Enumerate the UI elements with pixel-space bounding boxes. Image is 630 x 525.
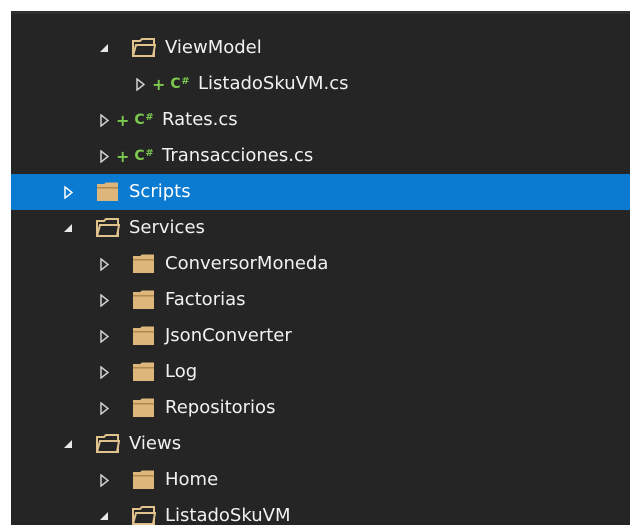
collapsed-arrow-icon[interactable]	[96, 138, 112, 174]
csharp-badge: C#	[134, 112, 154, 128]
collapsed-arrow-icon[interactable]	[96, 102, 112, 138]
csharp-file-icon: + C#	[116, 102, 154, 138]
csharp-badge: C#	[134, 148, 154, 164]
tree-item-label: Views	[129, 433, 182, 454]
folder-icon	[132, 470, 156, 490]
tree-item-label: Rates.cs	[162, 109, 238, 130]
tree-item-factorias[interactable]: Factorias	[11, 282, 630, 318]
tree-item-services[interactable]: Services	[11, 210, 630, 246]
tree-item-label: JsonConverter	[165, 325, 292, 346]
collapsed-arrow-icon[interactable]	[96, 246, 112, 282]
collapsed-arrow-icon[interactable]	[96, 390, 112, 426]
tree-item-label: Home	[165, 469, 219, 490]
collapsed-arrow-icon[interactable]	[96, 354, 112, 390]
tree-item-label: Repositorios	[165, 397, 276, 418]
folder-icon	[132, 254, 156, 274]
tree-item-label: Services	[129, 217, 205, 238]
csharp-file-icon: + C#	[152, 66, 190, 102]
solution-explorer-tree: ViewModel + C# ListadoSkuVM.cs + C# Rate…	[11, 11, 630, 525]
collapsed-arrow-icon[interactable]	[96, 318, 112, 354]
collapsed-arrow-icon[interactable]	[132, 66, 148, 102]
tree-item-scripts[interactable]: Scripts	[11, 174, 630, 210]
tree-item-transacciones-cs[interactable]: + C# Transacciones.cs	[11, 138, 630, 174]
tree-item-viewmodel[interactable]: ViewModel	[11, 30, 630, 66]
git-added-icon: +	[116, 146, 130, 166]
tree-item-home[interactable]: Home	[11, 462, 630, 498]
tree-item-repositorios[interactable]: Repositorios	[11, 390, 630, 426]
tree-item-views[interactable]: Views	[11, 426, 630, 462]
folder-icon	[132, 362, 156, 382]
tree-item-label: ViewModel	[165, 37, 262, 58]
csharp-badge: C#	[170, 76, 190, 92]
collapsed-arrow-icon[interactable]	[60, 174, 76, 210]
tree-item-label: ListadoSkuVM.cs	[198, 73, 349, 94]
tree-item-label: Scripts	[129, 181, 191, 202]
folder-icon	[132, 398, 156, 418]
folder-open-icon	[132, 506, 156, 525]
folder-open-icon	[96, 434, 120, 454]
tree-item-rates-cs[interactable]: + C# Rates.cs	[11, 102, 630, 138]
tree-item-label: Factorias	[165, 289, 246, 310]
tree-item-label: ConversorMoneda	[165, 253, 329, 274]
expanded-arrow-icon[interactable]	[96, 30, 112, 66]
folder-icon	[96, 182, 120, 202]
tree-item-conversormoneda[interactable]: ConversorMoneda	[11, 246, 630, 282]
git-added-icon: +	[152, 74, 166, 94]
csharp-file-icon: + C#	[116, 138, 154, 174]
tree-item-label: ListadoSkuVM	[165, 505, 291, 525]
folder-icon	[132, 290, 156, 310]
scrolled-edge	[11, 11, 630, 14]
git-added-icon: +	[116, 110, 130, 130]
expanded-arrow-icon[interactable]	[60, 210, 76, 246]
expanded-arrow-icon[interactable]	[96, 498, 112, 525]
collapsed-arrow-icon[interactable]	[96, 462, 112, 498]
collapsed-arrow-icon[interactable]	[96, 282, 112, 318]
tree-item-log[interactable]: Log	[11, 354, 630, 390]
tree-item-listadoskuvm-cs[interactable]: + C# ListadoSkuVM.cs	[11, 66, 630, 102]
tree-item-jsonconverter[interactable]: JsonConverter	[11, 318, 630, 354]
tree-item-label: Log	[165, 361, 198, 382]
folder-open-icon	[96, 218, 120, 238]
expanded-arrow-icon[interactable]	[60, 426, 76, 462]
tree-item-label: Transacciones.cs	[162, 145, 314, 166]
folder-icon	[132, 326, 156, 346]
tree-item-listadoskuvm[interactable]: ListadoSkuVM	[11, 498, 630, 525]
folder-open-icon	[132, 38, 156, 58]
